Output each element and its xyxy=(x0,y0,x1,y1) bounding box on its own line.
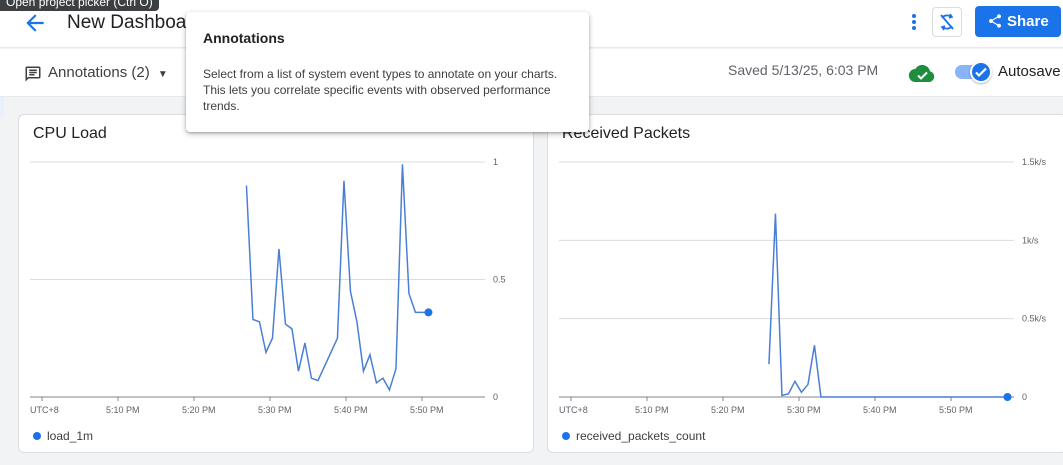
share-button[interactable]: Share xyxy=(975,6,1061,37)
last-point-marker xyxy=(424,308,433,317)
legend-label: received_packets_count xyxy=(576,429,706,443)
autosave-label: Autosave xyxy=(998,63,1061,80)
y-tick-label: 0 xyxy=(493,392,498,402)
cpu-load-card[interactable]: CPU Load 1 0.5 0 UTC+8 5:10 PM 5:20 PM 5:30 PM… xyxy=(18,114,534,453)
x-tick-label: 5:40 PM xyxy=(334,405,368,415)
x-tick-label: 5:50 PM xyxy=(939,405,973,415)
annotation-icon xyxy=(25,66,41,82)
arrow-drop-down-icon: ▼ xyxy=(157,69,168,80)
x-tick-label: 5:20 PM xyxy=(182,405,216,415)
sync-off-button[interactable] xyxy=(932,7,962,37)
y-tick-label: 1.5k/s xyxy=(1022,157,1047,167)
sync-off-icon xyxy=(940,13,954,31)
series-line xyxy=(245,164,429,392)
cloud-done-icon xyxy=(908,63,936,88)
chart-legend[interactable]: received_packets_count xyxy=(562,429,705,443)
x-tick-label: 5:30 PM xyxy=(787,405,821,415)
popover-body: Select from a list of system event types… xyxy=(203,67,558,113)
x-tick-label: UTC+8 xyxy=(30,405,59,415)
cpu-load-chart[interactable]: 1 0.5 0 UTC+8 5:10 PM 5:20 PM 5:30 PM 5:40 PM 5:… xyxy=(19,115,534,453)
back-arrow-icon[interactable] xyxy=(22,10,48,36)
x-tick-label: UTC+8 xyxy=(559,405,588,415)
y-tick-label: 0.5k/s xyxy=(1022,314,1047,324)
annotations-label: Annotations (2) xyxy=(48,64,150,81)
last-point-marker xyxy=(1003,393,1012,401)
x-tick-label: 5:10 PM xyxy=(635,405,669,415)
legend-dot xyxy=(33,432,41,440)
page-title[interactable]: New Dashboard xyxy=(67,10,203,36)
series-line xyxy=(768,213,1008,398)
x-tick-label: 5:50 PM xyxy=(410,405,444,415)
check-icon xyxy=(970,61,992,83)
popover-title: Annotations xyxy=(203,30,285,46)
x-tick-label: 5:20 PM xyxy=(711,405,745,415)
share-icon xyxy=(989,14,1002,28)
x-tick-label: 5:40 PM xyxy=(863,405,897,415)
x-tick-label: 5:10 PM xyxy=(106,405,140,415)
autosave-toggle[interactable] xyxy=(955,61,992,83)
share-label: Share xyxy=(1007,13,1049,30)
x-tick-label: 5:30 PM xyxy=(258,405,292,415)
legend-dot xyxy=(562,432,570,440)
y-tick-label: 0 xyxy=(1022,392,1027,402)
annotations-popover: Annotations Select from a list of system… xyxy=(186,12,589,132)
saved-status: Saved 5/13/25, 6:03 PM xyxy=(728,62,879,78)
legend-label: load_1m xyxy=(47,429,94,443)
y-tick-label: 1k/s xyxy=(1022,235,1039,245)
chart-legend[interactable]: load_1m xyxy=(33,429,93,443)
y-tick-label: 1 xyxy=(493,157,498,167)
left-edge-strip xyxy=(0,97,4,117)
annotations-dropdown[interactable]: Annotations (2) ▼ xyxy=(24,61,168,85)
y-tick-label: 0.5 xyxy=(493,275,506,285)
more-vert-icon[interactable] xyxy=(906,10,922,34)
received-packets-chart[interactable]: 1.5k/s 1k/s 0.5k/s 0 UTC+8 5:10 PM 5:20 PM 5:30… xyxy=(548,115,1063,453)
project-picker-tooltip: Open project picker (Ctrl O) xyxy=(0,0,159,11)
received-packets-card[interactable]: Received Packets 1.5k/s 1k/s 0.5k/s 0 UTC+8 5… xyxy=(547,114,1063,453)
